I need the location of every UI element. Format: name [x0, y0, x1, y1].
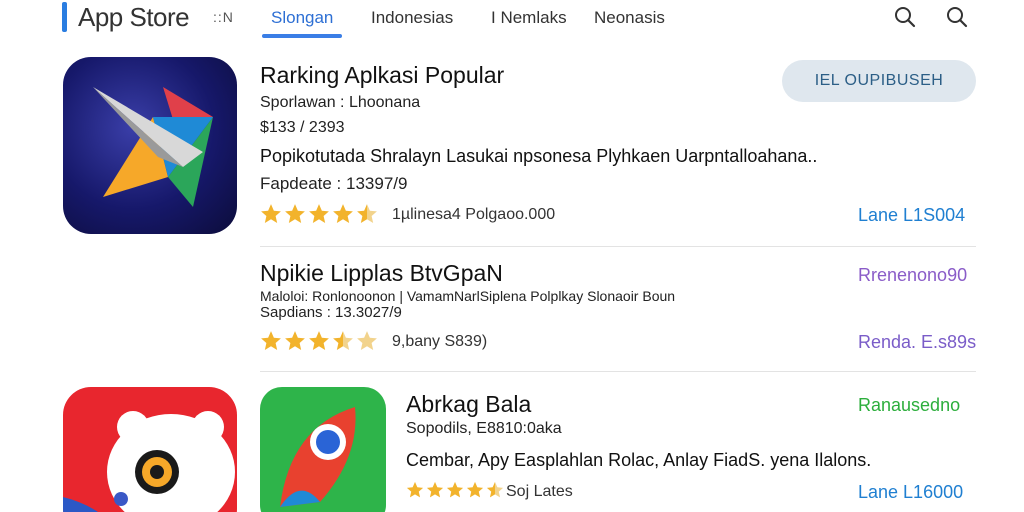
tab-indonesias[interactable]: Indonesias	[371, 8, 453, 28]
app-description: Popikotutada Shralayn Lasukai npsonesa P…	[260, 146, 818, 166]
action-link[interactable]: Lane L1S004	[858, 205, 965, 226]
price-link[interactable]: Ranausedno	[858, 395, 960, 416]
divider	[260, 246, 976, 247]
star-rating	[260, 330, 378, 352]
price-link[interactable]: Rrenenono90	[858, 265, 967, 286]
rating-count: 9,bany S839)	[392, 333, 488, 350]
app-title[interactable]: Abrkag Bala	[406, 391, 531, 418]
star-rating	[406, 481, 504, 499]
paper-plane-icon	[93, 87, 213, 207]
action-link[interactable]: Lane L16000	[858, 482, 963, 503]
brand-mark	[62, 2, 67, 32]
app-title[interactable]: Rarking Aplkasi Popular	[260, 62, 504, 89]
divider	[260, 371, 976, 372]
app-developer: Sporlawan : Lhoonana	[260, 94, 421, 111]
app-developer: Sopodils, E8810:0aka	[406, 420, 562, 437]
star-icon	[333, 204, 353, 224]
action-link[interactable]: Renda. E.s89s	[858, 332, 976, 353]
bird-icon	[280, 407, 356, 507]
tab-nemlaks[interactable]: I Nemlaks	[491, 8, 567, 28]
star-icon	[486, 481, 504, 498]
cat-mascot-icon	[63, 411, 235, 512]
search-icon[interactable]	[945, 5, 969, 29]
tab-neonasis[interactable]: Neonasis	[594, 8, 665, 28]
app-update-date: Fapdeate : 13397/9	[260, 174, 408, 193]
star-icon	[309, 204, 329, 224]
star-icon	[285, 204, 305, 224]
rating-count: Soj Lates	[506, 483, 573, 500]
app-store-logo[interactable]: App Store	[78, 2, 190, 33]
star-icon	[261, 331, 281, 351]
rating-count: 1µlinesa4 Polgaoo.000	[392, 206, 556, 223]
star-icon	[309, 331, 329, 351]
active-tab-indicator	[262, 34, 342, 38]
star-icon	[333, 331, 353, 351]
app-update-date: Sapdians : 13.3027/9	[260, 304, 402, 321]
star-icon	[446, 481, 464, 498]
brand-suffix: ::N	[213, 9, 234, 25]
app-icon-bird[interactable]	[260, 387, 386, 512]
star-icon	[426, 481, 444, 498]
app-title[interactable]: Npikie Lipplas BtvGpaN	[260, 260, 503, 287]
tab-slongan[interactable]: Slongan	[271, 8, 333, 28]
star-rating	[260, 203, 378, 225]
app-description: Cembar, Apy Easplahlan Rolac, Anlay Fiad…	[406, 450, 872, 470]
app-icon-cat[interactable]	[63, 387, 237, 512]
star-icon	[357, 204, 377, 224]
star-icon	[466, 481, 484, 498]
get-button[interactable]: IEL OUPIBUSEH	[782, 60, 976, 102]
top-navigation: App Store ::N Slongan Indonesias I Nemla…	[0, 0, 1024, 40]
star-icon	[261, 204, 281, 224]
app-developer: Maloloi: Ronlonoonon | VamamNarlSiplena …	[260, 288, 676, 304]
app-icon-paper-plane[interactable]	[63, 57, 237, 234]
search-icon[interactable]	[893, 5, 917, 29]
star-icon	[406, 481, 424, 498]
star-icon	[357, 331, 377, 351]
star-icon	[285, 331, 305, 351]
app-price: $133 / 2393	[260, 119, 345, 136]
